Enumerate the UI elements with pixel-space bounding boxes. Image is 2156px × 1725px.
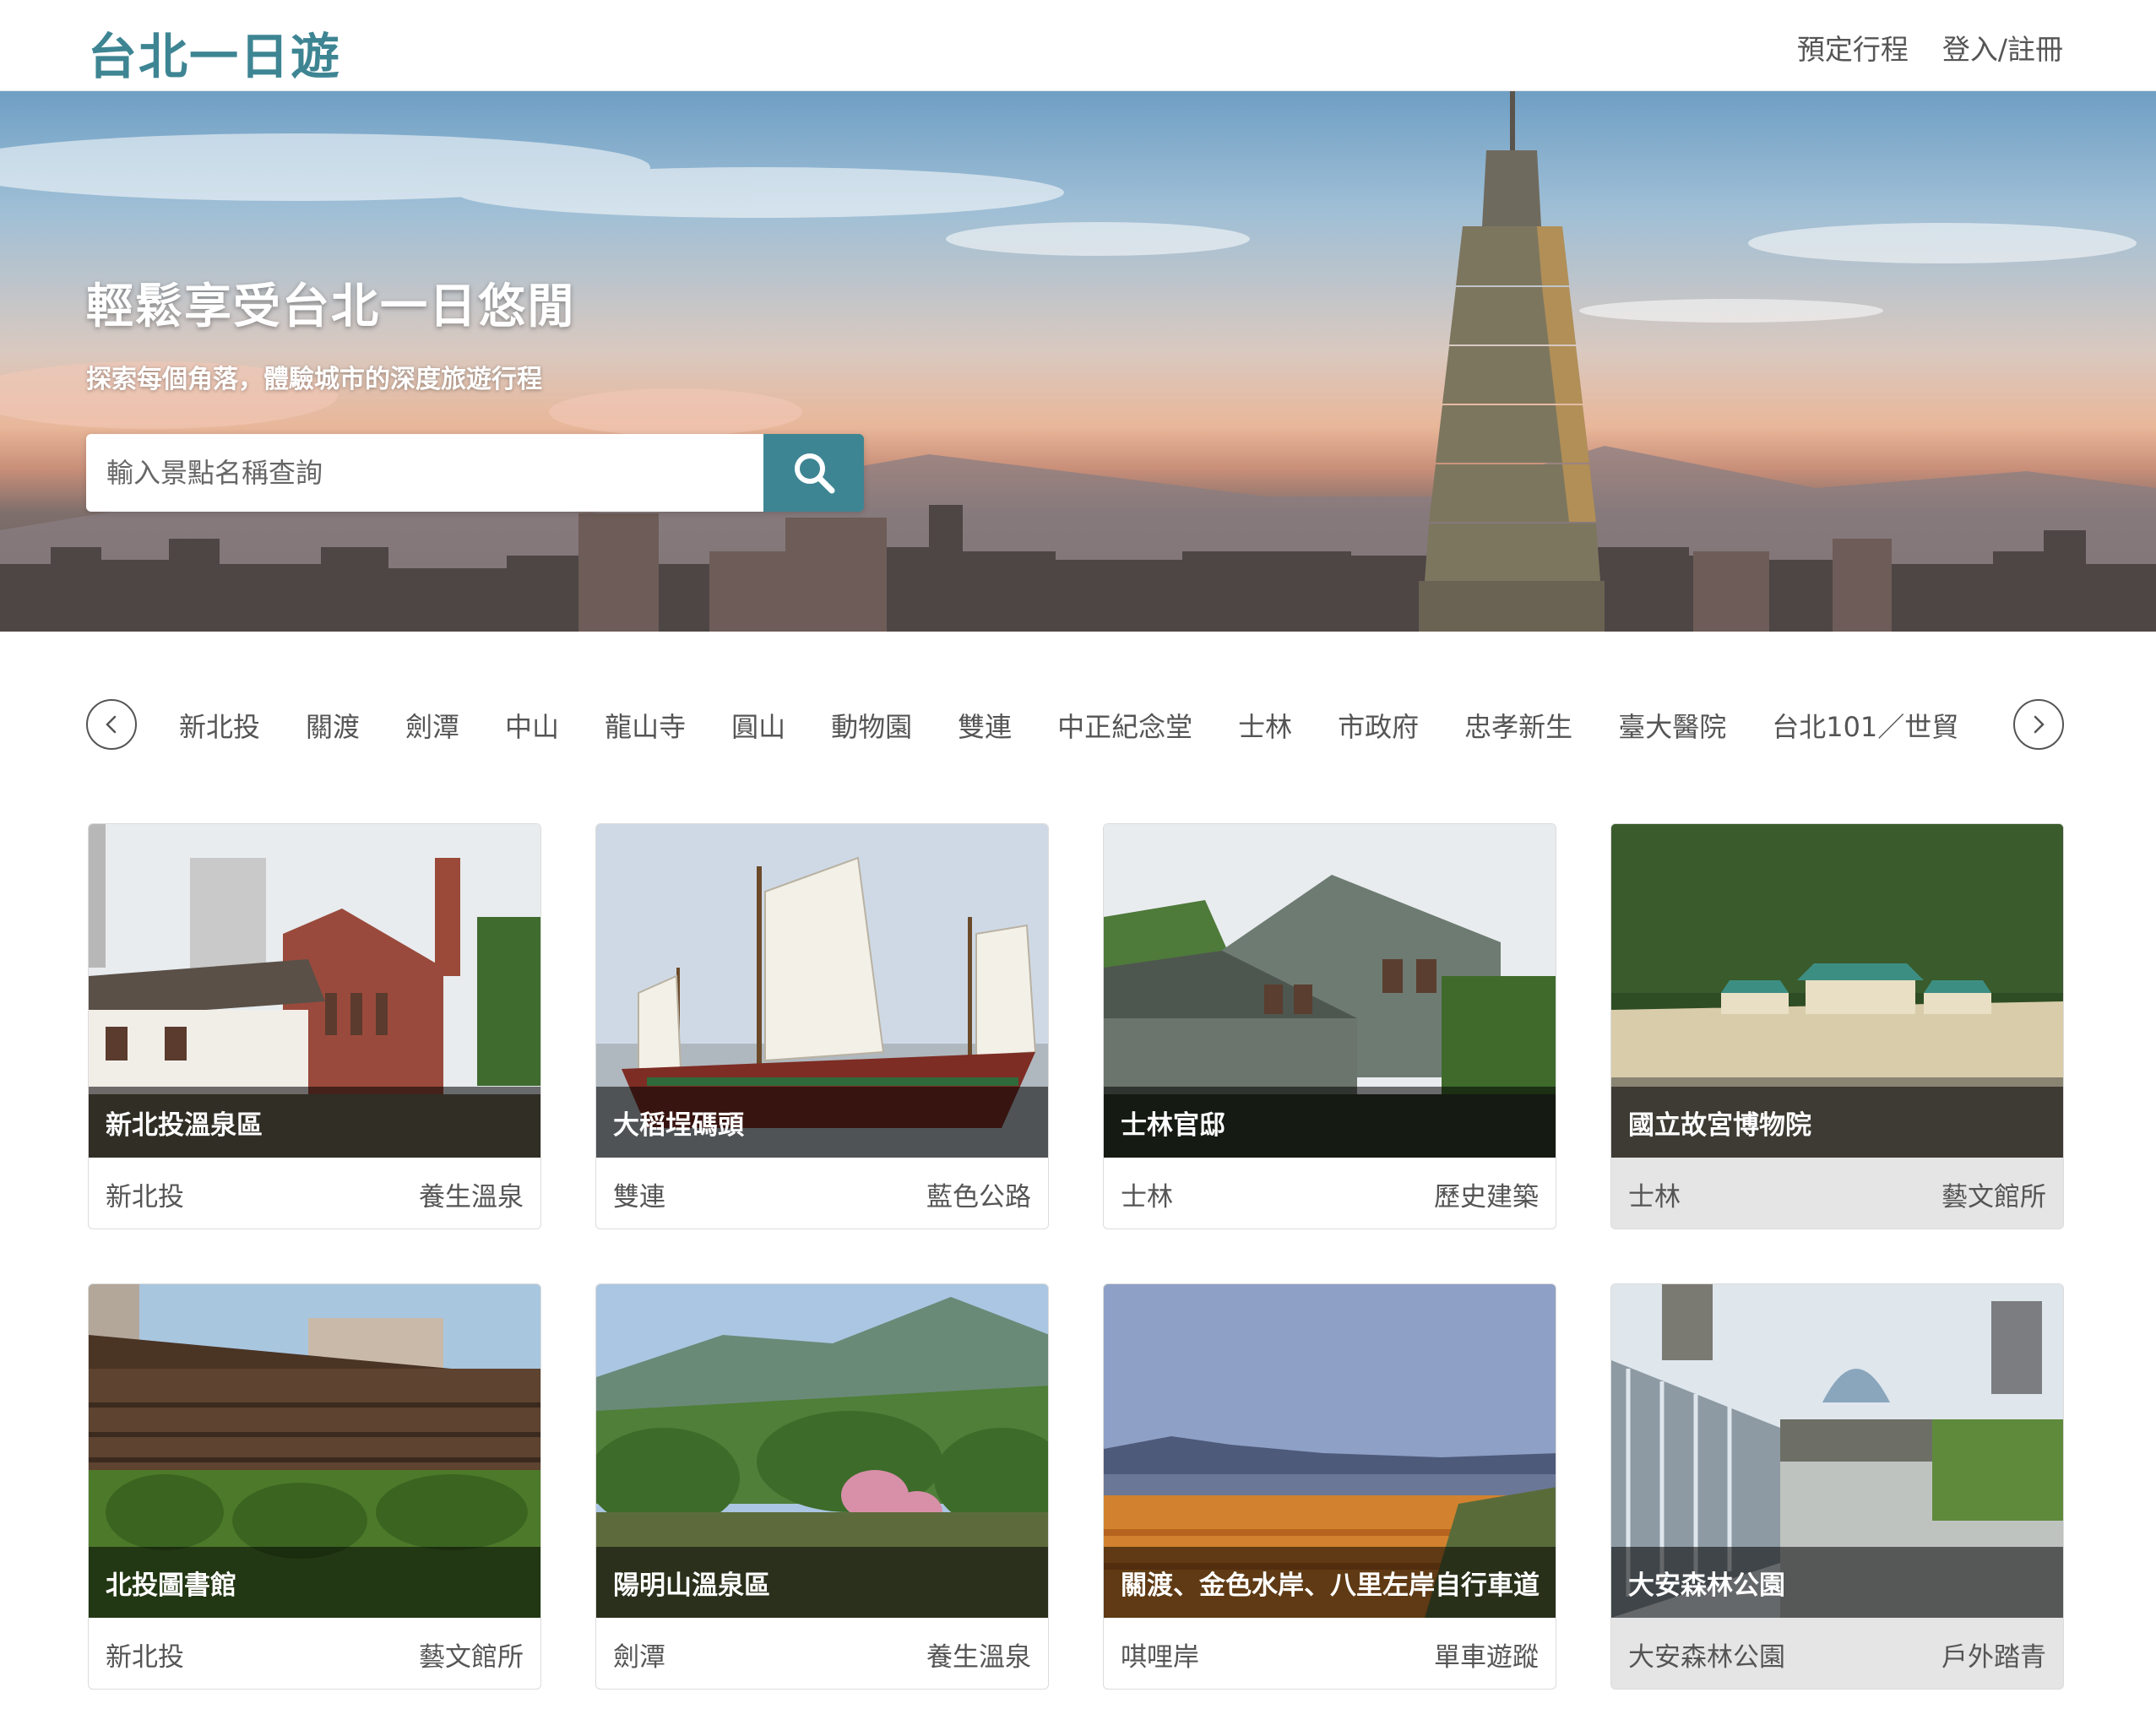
attraction-mrt: 唭哩岸	[1121, 1641, 1199, 1673]
attraction-category: 歷史建築	[1434, 1181, 1539, 1212]
attraction-photo: 士林官邸	[1104, 824, 1556, 1158]
district-item[interactable]: 台北101／世貿	[1772, 706, 1958, 745]
attraction-name: 關渡、金色水岸、八里左岸自行車道	[1104, 1547, 1556, 1618]
nav-login-link[interactable]: 登入/註冊	[1942, 27, 2063, 68]
hero-subtitle: 探索每個角落，體驗城市的深度旅遊行程	[86, 365, 542, 394]
search-button[interactable]	[763, 434, 864, 512]
district-item[interactable]: 圓山	[731, 706, 785, 745]
attraction-category: 藝文館所	[419, 1641, 524, 1673]
district-item[interactable]: 新北投	[179, 706, 260, 745]
attraction-card[interactable]: 大安森林公園 大安森林公園 戶外踏青	[1610, 1283, 2064, 1690]
attraction-meta: 新北投 藝文館所	[89, 1618, 540, 1689]
attraction-card[interactable]: 大稻埕碼頭 雙連 藍色公路	[595, 823, 1049, 1229]
attraction-mrt: 士林	[1121, 1181, 1173, 1212]
top-navbar: 台北一日遊 預定行程 登入/註冊	[0, 0, 2156, 91]
attraction-category: 單車遊蹤	[1434, 1641, 1539, 1673]
attraction-meta: 劍潭 養生溫泉	[596, 1618, 1048, 1689]
attraction-meta: 大安森林公園 戶外踏青	[1611, 1618, 2063, 1689]
search-icon	[794, 453, 834, 494]
attraction-name: 國立故宮博物院	[1611, 1087, 2063, 1158]
attraction-mrt: 新北投	[106, 1641, 184, 1673]
district-item[interactable]: 劍潭	[405, 706, 459, 745]
chevron-left-icon	[106, 715, 117, 734]
attraction-card[interactable]: 新北投溫泉區 新北投 養生溫泉	[88, 823, 541, 1229]
district-item[interactable]: 中正紀念堂	[1057, 706, 1192, 745]
attraction-name: 大稻埕碼頭	[596, 1087, 1048, 1158]
attraction-mrt: 大安森林公園	[1628, 1641, 1785, 1673]
attraction-meta: 士林 藝文館所	[1611, 1158, 2063, 1229]
district-item[interactable]: 關渡	[306, 706, 360, 745]
attraction-mrt: 新北投	[106, 1181, 184, 1212]
attraction-photo: 大安森林公園	[1611, 1284, 2063, 1618]
attraction-name: 大安森林公園	[1611, 1547, 2063, 1618]
nav-links: 預定行程 登入/註冊	[1797, 27, 2063, 68]
attraction-card[interactable]: 陽明山溫泉區 劍潭 養生溫泉	[595, 1283, 1049, 1690]
attraction-card[interactable]: 北投圖書館 新北投 藝文館所	[88, 1283, 541, 1690]
search-input[interactable]	[86, 434, 763, 512]
attraction-meta: 士林 歷史建築	[1104, 1158, 1556, 1229]
attraction-photo: 北投圖書館	[89, 1284, 540, 1618]
attraction-card[interactable]: 國立故宮博物院 士林 藝文館所	[1610, 823, 2064, 1229]
district-item[interactable]: 臺大醫院	[1618, 706, 1726, 745]
district-item[interactable]: 忠孝新生	[1464, 706, 1572, 745]
carousel-prev-button[interactable]	[86, 699, 137, 750]
carousel-next-button[interactable]	[2013, 699, 2064, 750]
attraction-name: 士林官邸	[1104, 1087, 1556, 1158]
search-bar	[86, 434, 864, 512]
attraction-card[interactable]: 關渡、金色水岸、八里左岸自行車道 唭哩岸 單車遊蹤	[1103, 1283, 1556, 1690]
nav-booking-link[interactable]: 預定行程	[1797, 27, 1909, 68]
attraction-category: 戶外踏青	[1941, 1641, 2046, 1673]
district-item[interactable]: 士林	[1238, 706, 1292, 745]
attraction-photo: 陽明山溫泉區	[596, 1284, 1048, 1618]
mrt-station-carousel: 新北投 關渡 劍潭 中山 龍山寺 圓山 動物園 雙連 中正紀念堂 士林 市政府 …	[86, 697, 2064, 757]
attraction-name: 北投圖書館	[89, 1547, 540, 1618]
taipei-101-tower	[1419, 91, 1605, 632]
attraction-mrt: 士林	[1628, 1181, 1681, 1212]
attraction-category: 養生溫泉	[926, 1641, 1031, 1673]
hero-title: 輕鬆享受台北一日悠閒	[86, 279, 576, 334]
attraction-card[interactable]: 士林官邸 士林 歷史建築	[1103, 823, 1556, 1229]
attraction-photo: 新北投溫泉區	[89, 824, 540, 1158]
hero-banner: 輕鬆享受台北一日悠閒 探索每個角落，體驗城市的深度旅遊行程	[0, 91, 2156, 632]
district-list: 新北投 關渡 劍潭 中山 龍山寺 圓山 動物園 雙連 中正紀念堂 士林 市政府 …	[179, 697, 1980, 753]
attraction-mrt: 劍潭	[613, 1641, 665, 1673]
attraction-mrt: 雙連	[613, 1181, 665, 1212]
attraction-meta: 雙連 藍色公路	[596, 1158, 1048, 1229]
site-logo[interactable]: 台北一日遊	[88, 17, 341, 88]
attraction-category: 藝文館所	[1941, 1181, 2046, 1212]
attraction-photo: 大稻埕碼頭	[596, 824, 1048, 1158]
attraction-photo: 關渡、金色水岸、八里左岸自行車道	[1104, 1284, 1556, 1618]
attraction-category: 養生溫泉	[419, 1181, 524, 1212]
district-item[interactable]: 雙連	[958, 706, 1012, 745]
district-item[interactable]: 龍山寺	[605, 706, 686, 745]
attraction-name: 陽明山溫泉區	[596, 1547, 1048, 1618]
attraction-meta: 新北投 養生溫泉	[89, 1158, 540, 1229]
attraction-meta: 唭哩岸 單車遊蹤	[1104, 1618, 1556, 1689]
district-item[interactable]: 市政府	[1338, 706, 1419, 745]
attraction-name: 新北投溫泉區	[89, 1087, 540, 1158]
district-item[interactable]: 動物園	[831, 706, 912, 745]
attraction-category: 藍色公路	[926, 1181, 1031, 1212]
attraction-photo: 國立故宮博物院	[1611, 824, 2063, 1158]
chevron-right-icon	[2034, 715, 2045, 734]
district-item[interactable]: 中山	[505, 706, 559, 745]
